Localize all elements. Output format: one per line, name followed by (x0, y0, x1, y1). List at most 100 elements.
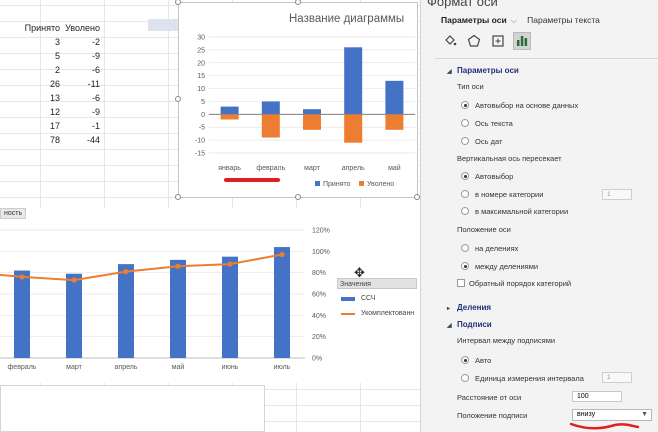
bar[interactable] (66, 273, 82, 358)
radio-auto-axis[interactable]: Автовыбор на основе данных (461, 101, 578, 110)
paste-area[interactable] (0, 385, 265, 432)
size-icon[interactable] (489, 32, 507, 50)
move-cursor-icon: ✥ (354, 265, 365, 280)
legend-swatch (315, 181, 320, 186)
table-cell[interactable]: -44 (50, 135, 100, 145)
label-position-select[interactable]: внизу ▼ (572, 409, 652, 421)
line-marker[interactable] (175, 263, 181, 269)
section-labels[interactable]: ◢ Подписи (447, 320, 492, 329)
legend-swatch (359, 181, 364, 186)
radio-icon (461, 172, 469, 180)
bar[interactable] (261, 101, 280, 115)
radio-cross-auto[interactable]: Автовыбор (461, 172, 513, 181)
radio-between-ticks[interactable]: между делениями (461, 262, 538, 271)
radio-date-axis[interactable]: Ось дат (461, 137, 502, 146)
table-row: 13 -6 (0, 92, 170, 106)
radio-on-ticks[interactable]: на делениях (461, 244, 518, 253)
radio-icon (461, 356, 469, 364)
chart-hired-fired[interactable]: Название диаграммы 30 25 20 15 10 5 0 -5 -10 -15 я… (178, 2, 418, 198)
table-cell[interactable]: -11 (50, 79, 100, 89)
section-ticks[interactable]: ▸ Деления (447, 303, 491, 312)
bar[interactable] (222, 256, 238, 358)
table-cell[interactable]: -2 (50, 37, 100, 47)
expand-icon: ▸ (447, 306, 451, 312)
resize-handle[interactable] (175, 194, 181, 200)
section-axis-options[interactable]: ◢ Параметры оси (447, 66, 519, 75)
bar[interactable] (220, 114, 239, 120)
x-tick-label: июнь (222, 364, 239, 371)
legend-item[interactable]: Укомплектованн (337, 310, 417, 317)
table-cell[interactable]: -9 (50, 107, 100, 117)
table-row: 26 -11 (0, 78, 170, 92)
bar[interactable] (274, 247, 290, 358)
collapse-icon: ◢ (447, 69, 452, 75)
table-cell[interactable]: -9 (50, 51, 100, 61)
axis-type-label: Тип оси (457, 82, 484, 91)
bar[interactable] (170, 259, 186, 358)
resize-handle[interactable] (295, 194, 301, 200)
header-cell[interactable]: Уволено (50, 23, 100, 33)
bar[interactable] (14, 270, 30, 358)
bar[interactable] (385, 114, 404, 130)
resize-handle[interactable] (175, 96, 181, 102)
bar[interactable] (220, 106, 239, 115)
label-position-label: Положение подписи (457, 411, 528, 420)
y-tick-label: 10 (197, 86, 205, 93)
x-tick-label: май (172, 363, 185, 371)
tab-text-options[interactable]: Параметры текста (527, 15, 600, 26)
y2-tick-label: 40% (312, 313, 326, 320)
category-number-input[interactable]: 1 (602, 189, 632, 200)
table-cell[interactable]: -1 (50, 121, 100, 131)
fill-icon[interactable] (441, 32, 459, 50)
radio-interval-unit[interactable]: Единица измерения интервала (461, 374, 584, 383)
legend-box[interactable]: Значения ССЧ Укомплектованн (337, 278, 417, 338)
y-tick-label: 15 (197, 73, 205, 80)
line-marker[interactable] (279, 251, 285, 258)
radio-icon (461, 244, 469, 252)
y2-tick-label: 120% (312, 228, 330, 235)
radio-icon (461, 207, 469, 215)
bar[interactable] (344, 47, 363, 115)
radio-interval-auto[interactable]: Авто (461, 356, 491, 365)
legend-label: ССЧ (361, 295, 376, 302)
position-label: Положение оси (457, 225, 511, 234)
bar[interactable] (303, 109, 321, 115)
line-marker[interactable] (19, 274, 25, 280)
tab-axis-options[interactable]: Параметры оси (441, 15, 507, 26)
line-marker[interactable] (227, 261, 233, 267)
y-tick-label: -5 (199, 125, 205, 132)
y-tick-label: -15 (195, 151, 205, 158)
bar[interactable] (303, 114, 321, 130)
bar-chart-icon[interactable] (513, 32, 531, 50)
distance-input[interactable]: 100 (572, 391, 622, 402)
format-axis-pane: Формат оси Параметры оси ⌵ Параметры тек… (420, 0, 658, 432)
line-marker[interactable] (123, 269, 129, 275)
distance-label: Расстояние от оси (457, 393, 522, 402)
checkbox-icon (457, 279, 465, 287)
x-tick-label: февраль (8, 364, 37, 371)
table-cell[interactable]: -6 (50, 65, 100, 75)
pane-title: Формат оси (427, 0, 498, 9)
bar[interactable] (344, 114, 363, 143)
radio-cross-category[interactable]: в номере категории (461, 190, 543, 199)
radio-icon (461, 137, 469, 145)
pentagon-icon[interactable] (465, 32, 483, 50)
legend-item[interactable]: ССЧ (337, 295, 417, 302)
radio-cross-max[interactable]: в максимальной категории (461, 207, 568, 216)
bar[interactable] (118, 264, 134, 358)
line-marker[interactable] (71, 277, 77, 283)
table-row: 5 -9 (0, 50, 170, 64)
radio-text-axis[interactable]: Ось текста (461, 119, 513, 128)
interval-unit-input[interactable]: 1 (602, 372, 632, 383)
x-tick-label: январь (218, 165, 241, 172)
y-tick-label: 25 (197, 47, 205, 54)
chevron-down-icon[interactable]: ⌵ (511, 15, 517, 26)
chart-plot-area[interactable]: 30 25 20 15 10 5 0 -5 -10 -15 январь февраль март апр… (179, 3, 419, 199)
table-cell[interactable]: -6 (50, 93, 100, 103)
x-tick-label: апрель (115, 364, 138, 371)
line-series[interactable] (0, 253, 283, 282)
reverse-order-checkbox[interactable]: Обратный порядок категорий (457, 279, 571, 288)
bar[interactable] (385, 80, 404, 115)
collapse-icon: ◢ (447, 323, 452, 329)
bar[interactable] (261, 114, 280, 138)
